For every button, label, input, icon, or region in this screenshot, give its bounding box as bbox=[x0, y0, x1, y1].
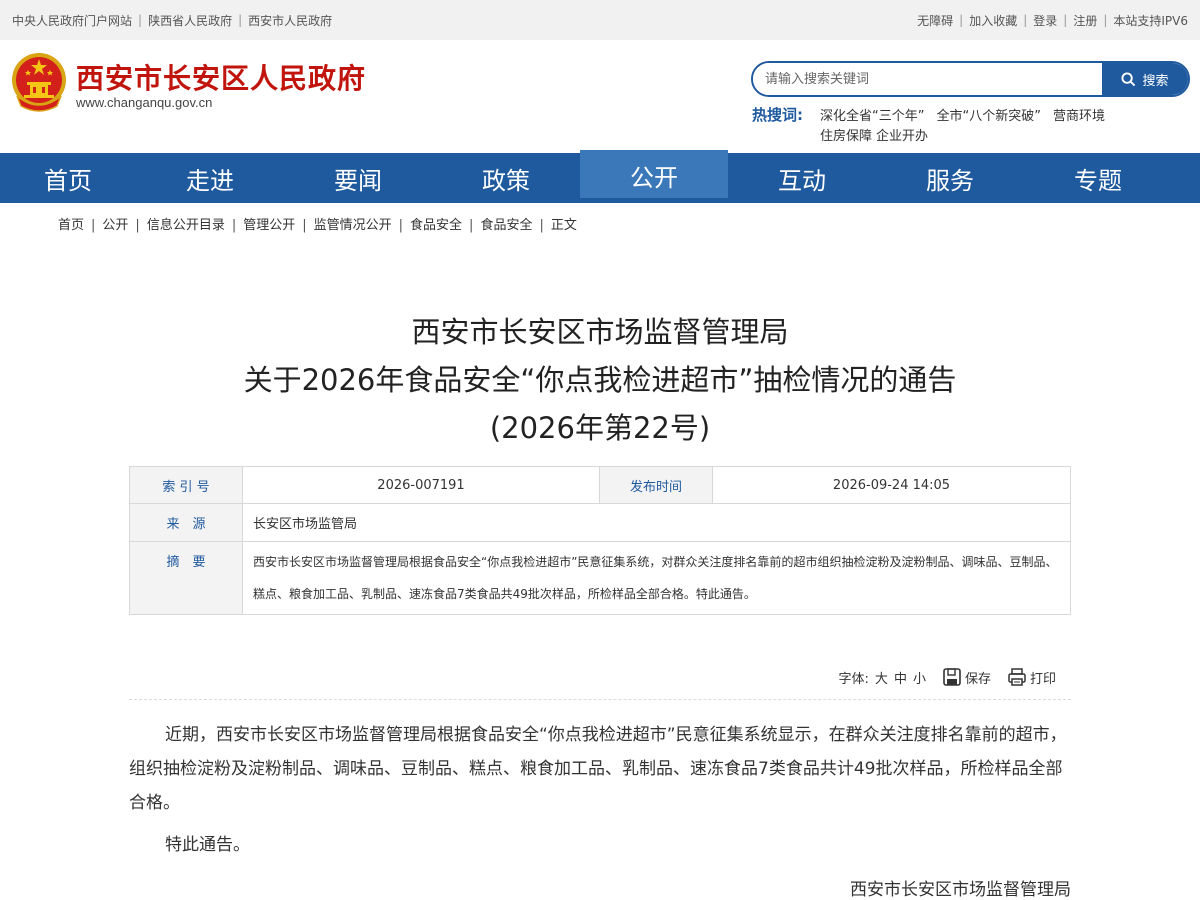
link-ipv6[interactable]: 本站支持IPV6 bbox=[1113, 12, 1188, 29]
nav-item-topics[interactable]: 专题 bbox=[1024, 153, 1172, 203]
divider: | bbox=[238, 13, 243, 27]
search-input[interactable] bbox=[753, 63, 1102, 95]
hot-word[interactable]: 企业开办 bbox=[876, 129, 928, 144]
breadcrumb-separator: | bbox=[231, 218, 237, 233]
search-button-label: 搜索 bbox=[1142, 73, 1169, 89]
nav-item-home[interactable]: 首页 bbox=[0, 153, 136, 203]
divider: | bbox=[1063, 13, 1068, 27]
search-box: 搜索 bbox=[751, 61, 1190, 97]
title-line-2: 关于2026年食品安全“你点我检进超市”抽检情况的通告 bbox=[243, 363, 957, 397]
hot-word[interactable]: 深化全省“三个年” bbox=[820, 109, 924, 124]
breadcrumb-separator: | bbox=[135, 218, 140, 233]
print-icon bbox=[1008, 668, 1026, 686]
breadcrumb-current: 正文 bbox=[550, 218, 577, 233]
nav-item-about[interactable]: 走进 bbox=[136, 153, 284, 203]
main-nav: 首页 走进 要闻 政策 公开 互动 服务 专题 bbox=[0, 150, 1200, 203]
breadcrumb-item[interactable]: 食品安全 bbox=[480, 218, 532, 233]
national-emblem-icon[interactable] bbox=[9, 50, 69, 112]
hot-word[interactable]: 全市“八个新突破” bbox=[936, 109, 1040, 124]
nav-item-public[interactable]: 公开 bbox=[580, 150, 728, 198]
source-value: 长安区市场监管局 bbox=[242, 503, 1071, 542]
nav-item-news[interactable]: 要闻 bbox=[284, 153, 432, 203]
divider: | bbox=[1103, 13, 1108, 27]
breadcrumb-item[interactable]: 食品安全 bbox=[410, 218, 462, 233]
breadcrumb-item[interactable]: 管理公开 bbox=[243, 218, 295, 233]
info-row: 摘 要 西安市长安区市场监督管理局根据食品安全“你点我检进超市”民意征集系统，对… bbox=[129, 541, 1071, 615]
top-left-links: 中央人民政府门户网站 | 陕西省人民政府 | 西安市人民政府 bbox=[12, 12, 332, 29]
title-line-1: 西安市长安区市场监督管理局 bbox=[411, 315, 789, 349]
breadcrumb-separator: | bbox=[539, 218, 544, 233]
link-login[interactable]: 登录 bbox=[1033, 12, 1057, 29]
breadcrumb-item[interactable]: 信息公开目录 bbox=[147, 218, 225, 233]
link-xian-gov[interactable]: 西安市人民政府 bbox=[248, 12, 332, 29]
save-icon bbox=[943, 668, 961, 686]
save-button[interactable]: 保存 bbox=[942, 667, 991, 687]
font-size-label: 字体: bbox=[838, 671, 869, 687]
divider: | bbox=[138, 13, 143, 27]
link-register[interactable]: 注册 bbox=[1073, 12, 1097, 29]
article-signature: 西安市长安区市场监督管理局 bbox=[850, 880, 1071, 900]
article-paragraph: 近期，西安市长安区市场监督管理局根据食品安全“你点我检进超市”民意征集系统显示，… bbox=[129, 725, 1067, 813]
breadcrumb-separator: | bbox=[469, 218, 474, 233]
site-title[interactable]: 西安市长安区人民政府 bbox=[76, 57, 366, 97]
source-label: 来 源 bbox=[129, 503, 243, 542]
page-title: 西安市长安区市场监督管理局 关于2026年食品安全“你点我检进超市”抽检情况的通… bbox=[0, 308, 1200, 452]
nav-item-service[interactable]: 服务 bbox=[876, 153, 1024, 203]
hot-word[interactable]: 营商环境 bbox=[1053, 109, 1105, 124]
breadcrumb-separator: | bbox=[91, 218, 96, 233]
breadcrumb-item[interactable]: 公开 bbox=[102, 218, 128, 233]
font-size-medium[interactable]: 中 bbox=[894, 668, 907, 687]
search-button[interactable]: 搜索 bbox=[1102, 63, 1188, 95]
content-divider bbox=[129, 699, 1071, 700]
breadcrumb: 首页 | 公开 | 信息公开目录 | 管理公开 | 监管情况公开 | 食品安全 | 食品安全 | 正文 bbox=[58, 214, 577, 233]
hot-search-words: 深化全省“三个年” 全市“八个新突破” 营商环境 住房保障 企业开办 bbox=[820, 107, 1200, 147]
top-right-links: 无障碍 | 加入收藏 | 登录 | 注册 | 本站支持IPV6 bbox=[917, 12, 1188, 29]
save-label: 保存 bbox=[964, 671, 991, 687]
print-label: 打印 bbox=[1029, 671, 1056, 687]
breadcrumb-item[interactable]: 监管情况公开 bbox=[314, 218, 392, 233]
link-central-gov[interactable]: 中央人民政府门户网站 bbox=[12, 12, 132, 29]
site-url: www.changanqu.gov.cn bbox=[76, 95, 213, 110]
divider: | bbox=[1023, 13, 1028, 27]
date-label: 发布时间 bbox=[599, 466, 713, 504]
abstract-value: 西安市长安区市场监督管理局根据食品安全“你点我检进超市”民意征集系统，对群众关注… bbox=[242, 541, 1071, 615]
font-size-small[interactable]: 小 bbox=[913, 668, 926, 687]
link-add-favorite[interactable]: 加入收藏 bbox=[969, 12, 1017, 29]
index-label: 索 引 号 bbox=[129, 466, 243, 504]
info-row: 索 引 号 2026-007191 发布时间 2026-09-24 14:05 bbox=[129, 466, 1071, 504]
date-value: 2026-09-24 14:05 bbox=[712, 466, 1071, 504]
article-paragraph: 特此通告。 bbox=[165, 835, 250, 855]
hot-word[interactable]: 住房保障 bbox=[820, 129, 872, 144]
info-row: 来 源 长安区市场监管局 bbox=[129, 503, 1071, 542]
breadcrumb-separator: | bbox=[398, 218, 404, 233]
divider: | bbox=[959, 13, 964, 27]
link-shaanxi-gov[interactable]: 陕西省人民政府 bbox=[148, 12, 232, 29]
site-header: 西安市长安区人民政府 www.changanqu.gov.cn 搜索 热搜词: … bbox=[0, 40, 1200, 153]
print-button[interactable]: 打印 bbox=[1007, 667, 1056, 687]
link-accessibility[interactable]: 无障碍 bbox=[917, 12, 953, 29]
breadcrumb-item[interactable]: 首页 bbox=[58, 218, 84, 233]
nav-item-policy[interactable]: 政策 bbox=[432, 153, 580, 203]
index-value: 2026-007191 bbox=[242, 466, 600, 504]
font-size-large[interactable]: 大 bbox=[875, 668, 888, 687]
document-info-table: 索 引 号 2026-007191 发布时间 2026-09-24 14:05 … bbox=[129, 466, 1071, 615]
article-tools: 字体: 大 中 小 保存 打印 bbox=[839, 667, 1056, 687]
abstract-label: 摘 要 bbox=[129, 541, 243, 615]
title-line-3: (2026年第22号) bbox=[489, 411, 711, 445]
article-body: 近期，西安市长安区市场监督管理局根据食品安全“你点我检进超市”民意征集系统显示，… bbox=[129, 718, 1071, 870]
top-bar: 中央人民政府门户网站 | 陕西省人民政府 | 西安市人民政府 无障碍 | 加入收… bbox=[0, 0, 1200, 40]
search-icon bbox=[1121, 71, 1136, 86]
hot-search-label: 热搜词: bbox=[752, 106, 803, 124]
nav-item-interaction[interactable]: 互动 bbox=[728, 153, 876, 203]
breadcrumb-separator: | bbox=[302, 218, 307, 233]
